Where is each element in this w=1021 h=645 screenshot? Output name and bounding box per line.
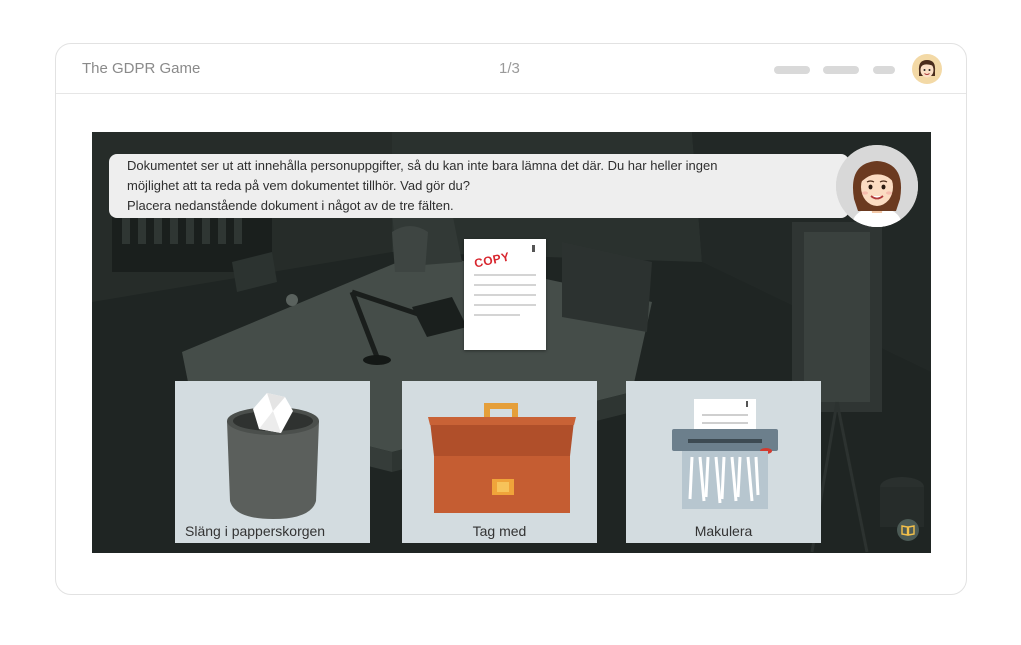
dialog-line-3: Placera nedanstående dokument i något av…: [127, 198, 454, 213]
draggable-document[interactable]: COPY: [464, 239, 546, 350]
briefcase-icon: [428, 403, 576, 513]
page-indicator: 1/3: [499, 60, 520, 77]
dialog-line-2: möjlighet att ta reda på vem dokumentet …: [127, 178, 471, 193]
narrator-avatar: [836, 145, 918, 227]
top-bar: The GDPR Game 1/3: [56, 44, 966, 94]
game-stage: Dokumentet ser ut att innehålla personup…: [92, 132, 931, 553]
option-shred-label: Makulera: [694, 523, 753, 539]
book-icon: [901, 525, 915, 536]
progress-step-1: [774, 66, 810, 74]
dialog-box: Dokumentet ser ut att innehålla personup…: [109, 154, 849, 218]
dialog-line-1: Dokumentet ser ut att innehålla personup…: [127, 158, 718, 173]
option-shred[interactable]: Makulera: [626, 381, 821, 543]
avatar-face-icon: [918, 60, 936, 78]
app-title: The GDPR Game: [82, 60, 201, 77]
progress-step-3: [873, 66, 895, 74]
option-take[interactable]: Tag med: [402, 381, 597, 543]
woman-portrait-icon: [836, 145, 918, 227]
trash-bin-icon: [227, 393, 319, 519]
paper-shredder-icon: [672, 399, 778, 509]
user-avatar[interactable]: [912, 54, 942, 84]
progress-step-2: [823, 66, 859, 74]
option-trash-label: Släng i papperskorgen: [185, 523, 326, 539]
option-trash[interactable]: Släng i papperskorgen: [175, 381, 370, 543]
option-take-label: Tag med: [472, 523, 527, 539]
guide-button[interactable]: [897, 519, 919, 541]
